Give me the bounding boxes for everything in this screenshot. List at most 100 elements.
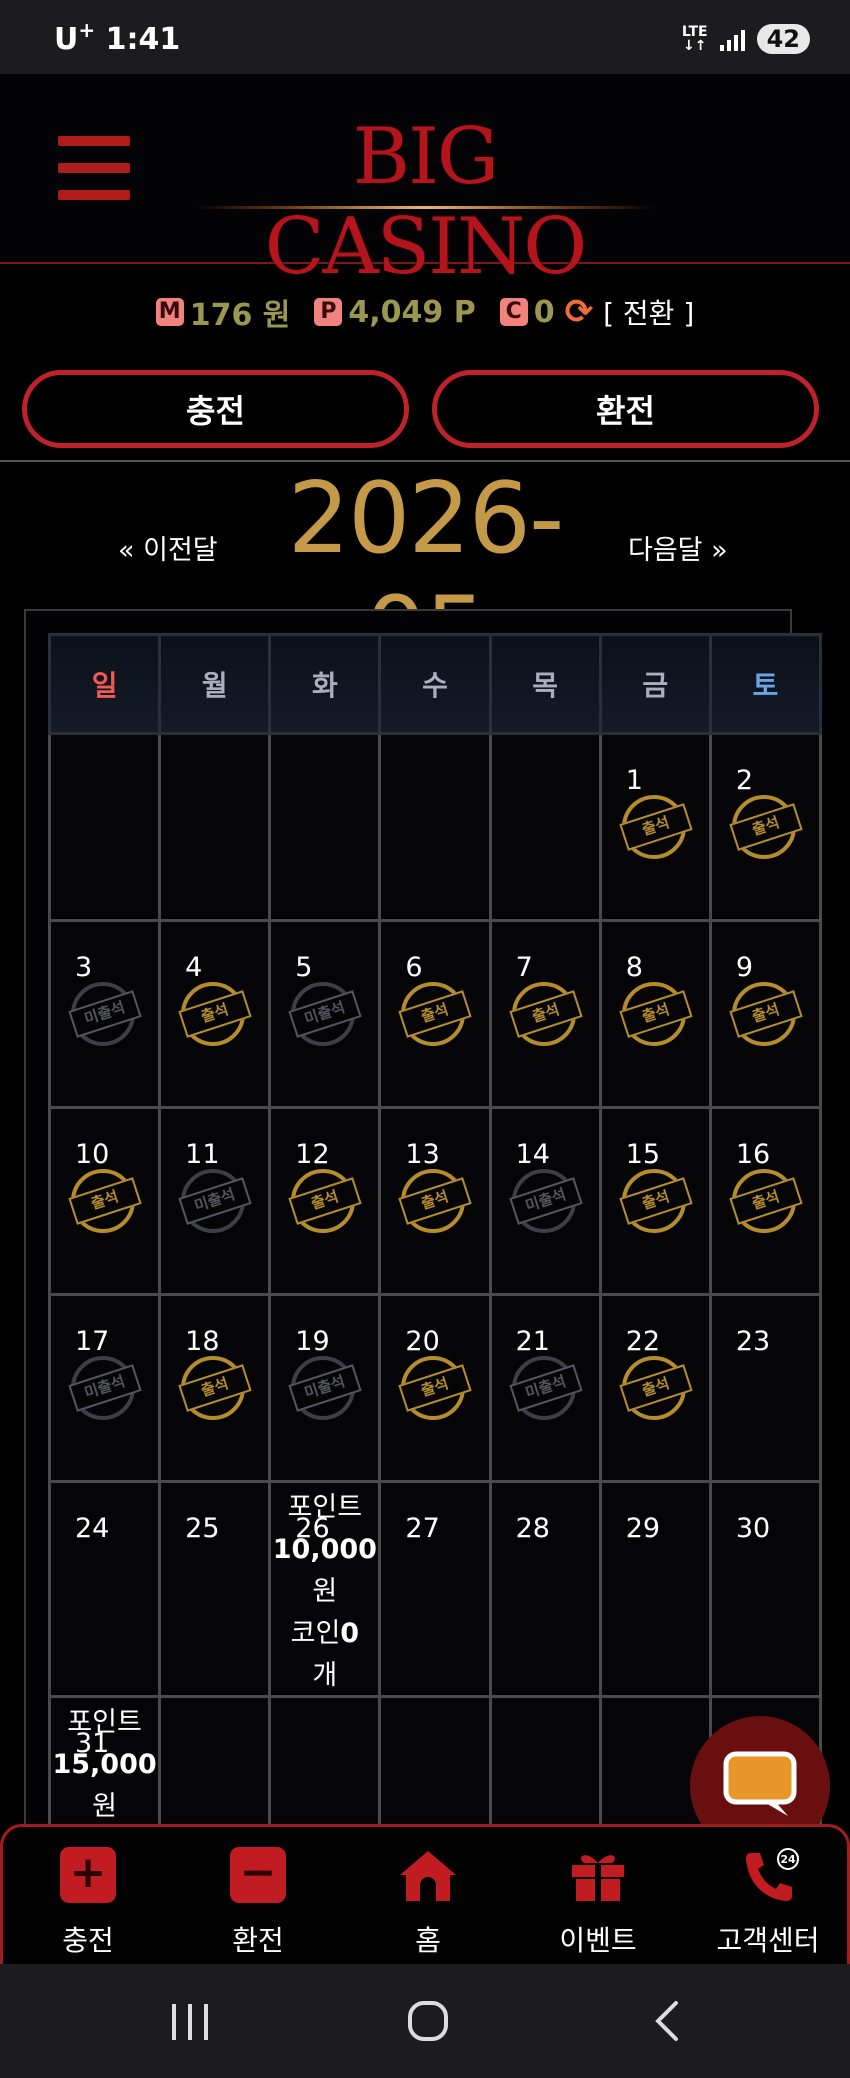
coin-value: 0 [533,294,555,330]
day-number: 8 [625,952,643,983]
stamp-label: 미출석 [178,1177,252,1225]
attended-stamp-icon: 출석 [288,1169,362,1233]
next-month-link[interactable]: 다음달 » [628,528,728,567]
calendar-day[interactable]: 20 출석 [378,1293,492,1483]
calendar-week: 24 25 26 포인트 10,000 원 코인0 개 27 28 29 30 [47,1480,823,1698]
calendar-day[interactable]: 17 미출석 [47,1293,162,1483]
money-value: 176 원 [189,298,291,333]
calendar-week: 1 출석 2 출석 [47,732,823,922]
exchange-button[interactable]: 환전 [432,370,819,448]
weekday-header: 일 월 화 수 목 금 토 [47,633,823,735]
calendar-day[interactable]: 26 포인트 10,000 원 코인0 개 [268,1480,382,1698]
nav-exchange-label: 환전 [232,1924,284,1957]
day-number: 30 [735,1513,771,1544]
day-number: 15 [625,1139,661,1170]
calendar-day[interactable]: 28 [488,1480,602,1698]
calendar-day[interactable]: 14 미출석 [488,1106,602,1296]
logo-underline [195,206,655,209]
absent-stamp-icon: 미출석 [508,1356,583,1420]
calendar-day[interactable]: 9 출석 [708,919,823,1109]
calendar-day[interactable]: 5 미출석 [268,919,382,1109]
attended-stamp-icon: 출석 [619,795,693,859]
nav-support-label: 고객센터 [716,1924,820,1957]
attended-stamp-icon: 출석 [508,982,583,1046]
recent-apps-icon[interactable] [168,2002,212,2042]
nav-exchange[interactable]: − 환전 [173,1847,343,1959]
charge-button[interactable]: 충전 [22,370,409,448]
stamp-label: 출석 [619,990,693,1038]
calendar-day[interactable]: 24 [47,1480,162,1698]
calendar-day[interactable]: 7 출석 [488,919,602,1109]
calendar-day[interactable]: 27 [378,1480,492,1698]
day-number: 10 [75,1139,110,1170]
reward-point-unit: 원 [312,1576,338,1607]
calendar-day[interactable]: 4 출석 [158,919,272,1109]
calendar-day[interactable]: 23 [708,1293,823,1483]
calendar-cell-empty [158,1695,272,1833]
calendar-day[interactable]: 15 출석 [598,1106,712,1296]
nav-charge-label: 충전 [62,1924,114,1957]
nav-charge[interactable]: + 충전 [3,1847,173,1959]
calendar-day[interactable]: 30 [708,1480,823,1698]
calendar-day[interactable]: 12 출석 [268,1106,382,1296]
absent-stamp-icon: 미출석 [508,1169,583,1233]
day-number: 21 [515,1326,550,1357]
back-icon[interactable] [648,1999,688,2043]
attended-stamp-icon: 출석 [398,1169,473,1233]
reward-coin-label: 코인 [290,1618,341,1649]
prev-month-link[interactable]: « 이전달 [118,528,218,567]
calendar-cell-empty [47,732,162,922]
site-logo[interactable]: BIG CASINO [190,112,660,292]
stamp-label: 출석 [619,1177,693,1225]
stamp-label: 미출석 [508,1177,583,1225]
calendar-day[interactable]: 3 미출석 [47,919,162,1109]
calendar-day[interactable]: 25 [158,1480,272,1698]
reward-coin-unit: 개 [312,1660,338,1691]
status-bar: U+ 1:41 LTE ↓↑ 42 [0,0,850,74]
calendar-week: 17 미출석 18 출석 19 미출석 20 출석 21 미출석 22 출석 23 [47,1293,823,1483]
calendar-day[interactable]: 1 출석 [598,732,712,922]
calendar-day[interactable]: 18 출석 [158,1293,272,1483]
calendar-day[interactable]: 8 출석 [598,919,712,1109]
calendar-day[interactable]: 31 포인트 15,000 원 [47,1695,162,1833]
calendar-day[interactable]: 22 출석 [598,1293,712,1483]
calendar-day[interactable]: 2 출석 [708,732,823,922]
reward-point-unit: 원 [92,1791,117,1822]
day-number: 24 [75,1513,110,1544]
calendar-cell-empty [488,1695,602,1833]
refresh-icon[interactable]: ⟳ [565,292,594,332]
nav-home[interactable]: 홈 [343,1847,513,1959]
calendar-day[interactable]: 19 미출석 [268,1293,382,1483]
swap-button[interactable]: [ 전환 ] [603,292,694,332]
attended-stamp-icon: 출석 [68,1169,142,1233]
stamp-label: 미출석 [68,990,142,1038]
calendar-day[interactable]: 16 출석 [708,1106,823,1296]
calendar-day[interactable]: 13 출석 [378,1106,492,1296]
calendar-day[interactable]: 10 출석 [47,1106,162,1296]
attended-stamp-icon: 출석 [729,795,803,859]
weekday-mon: 월 [158,633,272,735]
plus-icon: + [60,1847,116,1903]
menu-icon[interactable] [58,136,130,200]
nav-event[interactable]: 이벤트 [513,1847,683,1959]
day-number: 9 [735,952,754,983]
minus-icon: − [230,1847,286,1903]
calendar-day[interactable]: 11 미출석 [158,1106,272,1296]
nav-support[interactable]: 24 고객센터 [683,1847,850,1959]
point-balance: P 4,049 P [314,295,476,330]
day-number: 6 [405,952,423,983]
home-circle-icon[interactable] [406,1999,450,2043]
calendar-week: 10 출석 11 미출석 12 출석 13 출석 14 미출석 15 출석 16 출석 [47,1106,823,1296]
weekday-wed: 수 [378,633,492,735]
day-number: 3 [75,952,93,983]
day-number: 4 [185,952,203,983]
calendar-day[interactable]: 21 미출석 [488,1293,602,1483]
stamp-label: 출석 [508,990,583,1038]
stamp-label: 출석 [288,1177,362,1225]
reward-coin-amount: 0 [340,1618,360,1649]
support-badge: 24 [780,1853,796,1866]
weekday-thu: 목 [488,633,602,735]
calendar-day[interactable]: 29 [598,1480,712,1698]
calendar-day[interactable]: 6 출석 [378,919,492,1109]
attended-stamp-icon: 출석 [178,1356,252,1420]
